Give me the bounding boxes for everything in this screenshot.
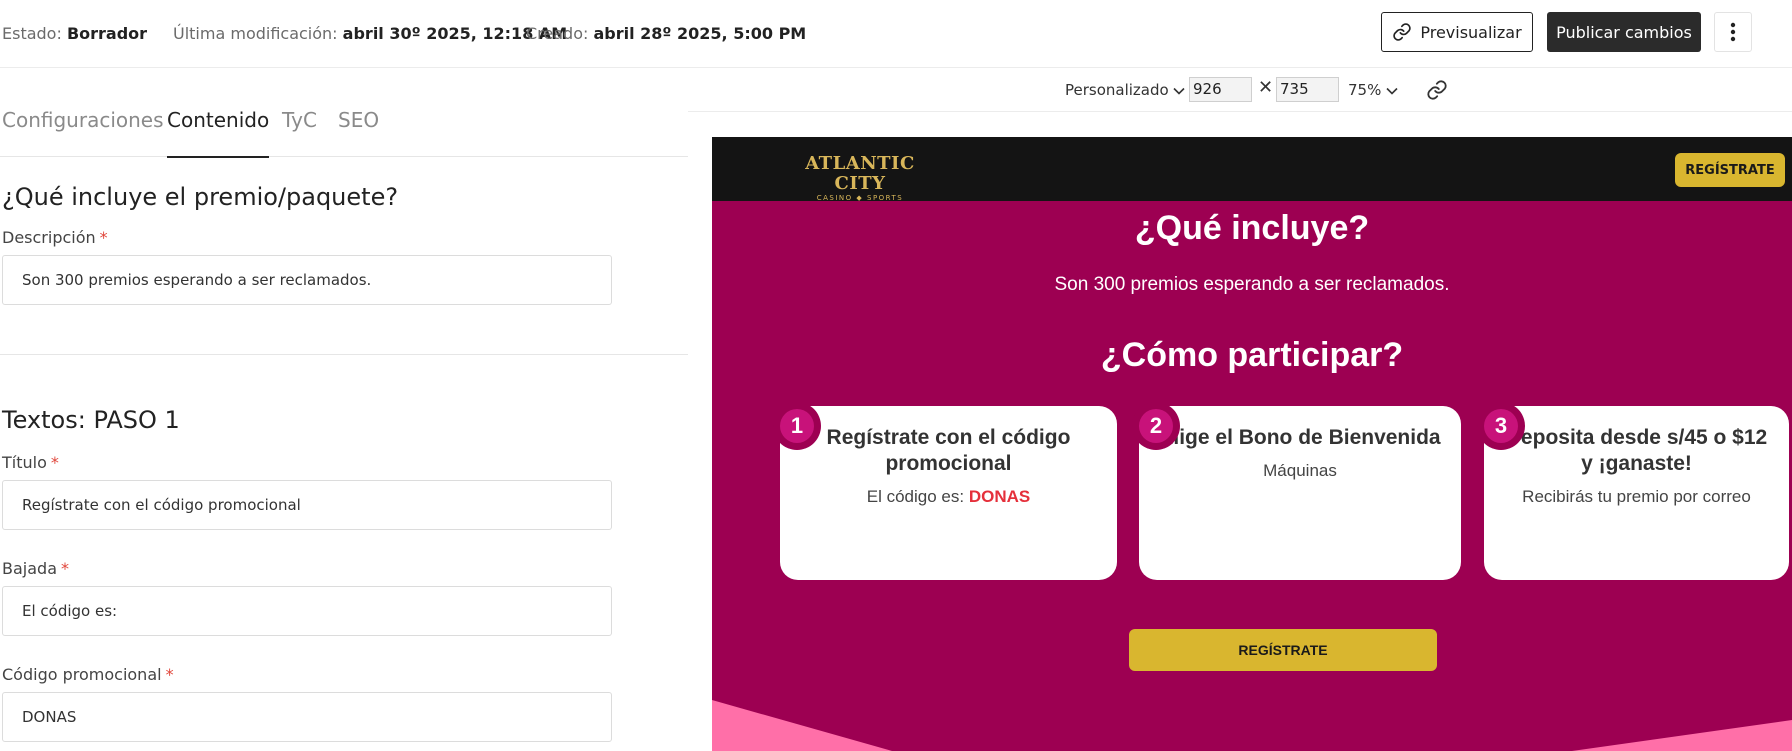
bajada-label: Bajada *: [2, 559, 69, 578]
bajada-field[interactable]: El código es:: [2, 586, 612, 636]
codigo-label-text: Código promocional: [2, 665, 162, 684]
preview-button[interactable]: Previsualizar: [1381, 12, 1533, 52]
device-preset-label: Personalizado: [1065, 81, 1169, 99]
section-title-premio: ¿Qué incluye el premio/paquete?: [2, 183, 399, 211]
required-mark: *: [165, 665, 174, 684]
last-modified-label: Última modificación:: [173, 24, 338, 43]
section-divider: [0, 354, 688, 355]
titulo-label: Título *: [2, 453, 59, 472]
preview-button-label: Previsualizar: [1420, 22, 1522, 42]
chevron-down-icon: [1173, 87, 1186, 95]
preview-toolbar: Personalizado 926 ✕ 735 75%: [688, 68, 1792, 112]
device-preset-select[interactable]: Personalizado: [1065, 81, 1186, 99]
tab-tyc[interactable]: TyC: [282, 108, 317, 156]
editor-tabs: Configuraciones Contenido TyC SEO: [0, 90, 688, 158]
required-mark: *: [61, 559, 69, 578]
preview-canvas: ATLANTIC CITY CASINO ◆ SPORTS REGÍSTRATE…: [712, 137, 1792, 751]
tab-configuraciones[interactable]: Configuraciones: [2, 108, 164, 156]
zoom-select[interactable]: 75%: [1348, 81, 1398, 99]
titulo-field[interactable]: Regístrate con el código promocional: [2, 480, 612, 530]
more-vertical-icon: [1730, 22, 1736, 42]
tab-seo[interactable]: SEO: [338, 108, 379, 156]
descripcion-field[interactable]: Son 300 premios esperando a ser reclamad…: [2, 255, 612, 305]
top-status-bar: Estado: Borrador Última modificación: ab…: [0, 0, 1792, 68]
required-mark: *: [50, 453, 59, 472]
last-modified-meta: Última modificación: abril 30º 2025, 12:…: [173, 24, 567, 43]
status-meta: Estado: Borrador: [2, 24, 147, 43]
viewport-width-input[interactable]: 926: [1189, 77, 1252, 102]
publish-changes-button[interactable]: Publicar cambios: [1547, 12, 1701, 52]
descripcion-label: Descripción *: [2, 228, 108, 247]
descripcion-label-text: Descripción: [2, 228, 96, 247]
dimension-separator-icon: ✕: [1258, 77, 1274, 98]
titulo-label-text: Título: [2, 453, 47, 472]
more-options-button[interactable]: [1714, 12, 1752, 52]
zoom-label: 75%: [1348, 81, 1382, 99]
created-meta: Creado: abril 28º 2025, 5:00 PM: [526, 24, 806, 43]
tab-contenido[interactable]: Contenido: [167, 108, 270, 158]
codigo-promocional-field[interactable]: DONAS: [2, 692, 612, 742]
link-icon: [1393, 23, 1412, 41]
codigo-label: Código promocional *: [2, 665, 174, 684]
section-title-paso1: Textos: PASO 1: [2, 406, 180, 434]
created-value: abril 28º 2025, 5:00 PM: [593, 24, 807, 43]
status-value: Borrador: [66, 24, 148, 43]
required-mark: *: [99, 228, 108, 247]
link-icon[interactable]: [1426, 79, 1448, 101]
publish-button-label: Publicar cambios: [1556, 22, 1692, 42]
viewport-height-input[interactable]: 735: [1276, 77, 1339, 102]
bajada-label-text: Bajada: [2, 559, 57, 578]
chevron-down-icon: [1386, 87, 1398, 95]
decorative-wave: [712, 700, 1792, 751]
status-label: Estado:: [2, 24, 62, 43]
created-label: Creado:: [526, 24, 589, 43]
